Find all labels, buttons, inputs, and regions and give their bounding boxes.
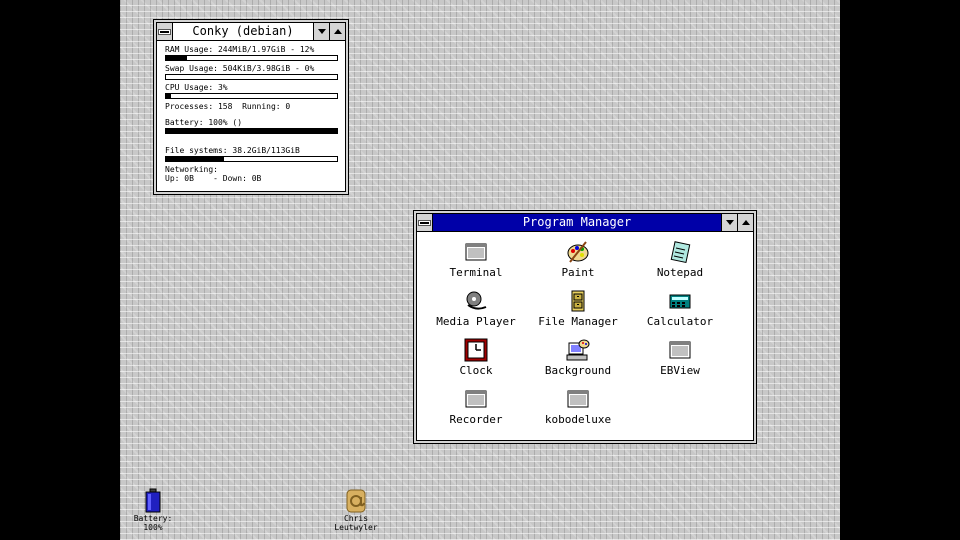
file-cabinet-icon — [571, 290, 585, 312]
ram-usage-fill — [166, 56, 187, 60]
cpu-usage-bar — [165, 93, 338, 99]
window-icon — [567, 390, 589, 408]
program-recorder[interactable]: Recorder — [426, 387, 526, 426]
swap-usage-label: Swap Usage: 504KiB/3.98GiB - 0% — [165, 64, 315, 73]
conky-body: RAM Usage: 244MiB/1.97GiB - 12% Swap Usa… — [157, 41, 345, 183]
program-label: Recorder — [449, 413, 503, 426]
notepad-icon — [670, 241, 691, 264]
minimize-button[interactable] — [313, 23, 329, 40]
processes-label: Processes: 158 Running: 0 — [165, 102, 291, 111]
battery-fill — [166, 129, 337, 133]
calculator-icon — [669, 294, 691, 309]
maximize-icon — [333, 29, 342, 34]
program-label: Calculator — [646, 315, 714, 328]
desktop[interactable]: Conky (debian) RAM Usage: 244MiB/1.97GiB… — [120, 0, 840, 540]
palette-icon — [567, 241, 589, 263]
window-icon — [669, 341, 691, 359]
system-menu-button[interactable] — [157, 23, 173, 40]
filesystems-bar — [165, 156, 338, 162]
program-ebview[interactable]: EBView — [630, 338, 730, 377]
swap-usage-bar — [165, 74, 338, 80]
program-manager-title: Program Manager — [433, 214, 721, 231]
program-terminal[interactable]: Terminal — [426, 240, 526, 279]
program-manager-window[interactable]: Program Manager Terminal Paint Notepad M… — [416, 213, 754, 441]
program-label: Terminal — [449, 266, 503, 279]
networking-label: Networking: — [165, 165, 218, 174]
program-calculator[interactable]: Calculator — [630, 289, 730, 328]
conky-titlebar[interactable]: Conky (debian) — [157, 23, 345, 41]
program-label: Clock — [459, 364, 493, 377]
system-menu-button[interactable] — [417, 214, 433, 231]
program-label: Paint — [561, 266, 595, 279]
computer-palette-icon — [566, 339, 590, 361]
program-label: Notepad — [656, 266, 704, 279]
program-manager-titlebar[interactable]: Program Manager — [417, 214, 753, 232]
desktop-user-icon[interactable]: Chris Leutwyler — [321, 488, 391, 532]
minimize-icon — [725, 220, 734, 225]
system-menu-icon — [419, 220, 430, 225]
conky-window[interactable]: Conky (debian) RAM Usage: 244MiB/1.97GiB… — [156, 22, 346, 192]
program-media-player[interactable]: Media Player — [426, 289, 526, 328]
filesystems-fill — [166, 157, 225, 161]
network-rates: Up: 0B - Down: 0B — [165, 174, 262, 183]
film-reel-icon — [466, 291, 487, 310]
filesystems-label: File systems: 38.2GiB/113GiB — [165, 146, 300, 155]
desktop-battery-icon[interactable]: Battery: 100% — [120, 488, 188, 532]
maximize-icon — [741, 220, 750, 225]
program-paint[interactable]: Paint — [528, 240, 628, 279]
system-menu-icon — [159, 29, 170, 34]
program-label: kobodeluxe — [544, 413, 612, 426]
program-notepad[interactable]: Notepad — [630, 240, 730, 279]
battery-icon — [145, 488, 161, 513]
battery-bar — [165, 128, 338, 134]
ram-usage-label: RAM Usage: 244MiB/1.97GiB - 12% — [165, 45, 315, 54]
program-label: Background — [544, 364, 612, 377]
conky-title: Conky (debian) — [173, 23, 313, 40]
cpu-usage-fill — [166, 94, 172, 98]
window-icon — [465, 243, 487, 261]
program-background[interactable]: Background — [528, 338, 628, 377]
user-at-icon — [346, 489, 366, 513]
minimize-icon — [317, 29, 326, 34]
battery-label: Battery: 100% () — [165, 118, 243, 127]
clock-icon — [464, 338, 488, 362]
program-file-manager[interactable]: File Manager — [528, 289, 628, 328]
program-clock[interactable]: Clock — [426, 338, 526, 377]
ram-usage-bar — [165, 55, 338, 61]
program-kobodeluxe[interactable]: kobodeluxe — [528, 387, 628, 426]
user-desktop-label: Chris Leutwyler — [334, 514, 378, 532]
maximize-button[interactable] — [329, 23, 345, 40]
battery-desktop-label: Battery: 100% — [133, 514, 173, 532]
maximize-button[interactable] — [737, 214, 753, 231]
window-icon — [465, 390, 487, 408]
program-label: EBView — [660, 364, 700, 377]
program-label: File Manager — [538, 315, 618, 328]
cpu-usage-label: CPU Usage: 3% — [165, 83, 228, 92]
program-label: Media Player — [436, 315, 516, 328]
minimize-button[interactable] — [721, 214, 737, 231]
program-manager-body: Terminal Paint Notepad Media Player File… — [417, 232, 753, 440]
